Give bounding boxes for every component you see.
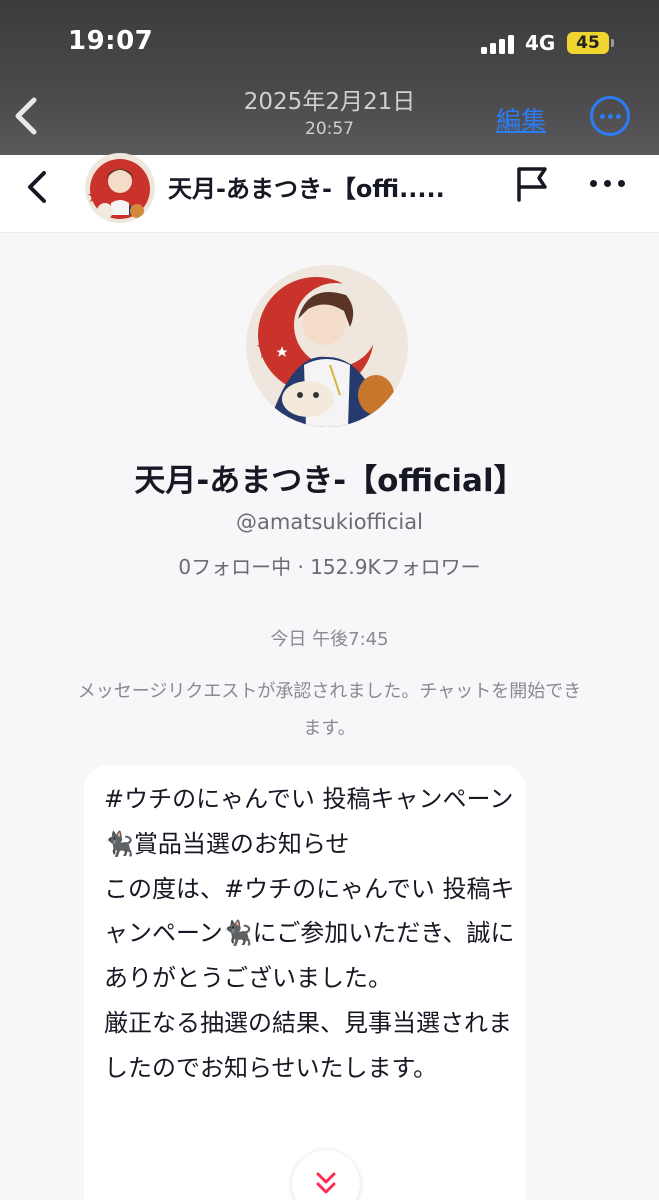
photo-viewer-bar: 19:07 4G 45 2025年2月21日 20:57 編集: [0, 0, 659, 155]
avatar[interactable]: [85, 153, 155, 223]
profile-stats: 0フォロー中 · 152.9Kフォロワー: [178, 555, 481, 579]
photo-time: 20:57: [305, 119, 354, 139]
double-chevron-down-icon: [316, 1172, 336, 1194]
flag-icon[interactable]: [515, 165, 551, 203]
chat-header: 天月-あまつき-【offi.....: [0, 153, 659, 233]
more-icon[interactable]: [588, 180, 628, 188]
photo-date: 2025年2月21日: [243, 89, 416, 115]
system-message: メッセージリクエストが承認されました。チャットを開始できます。: [77, 681, 582, 739]
more-circle-icon[interactable]: [590, 96, 630, 136]
chevron-left-icon[interactable]: [22, 167, 52, 207]
status-time: 19:07: [68, 26, 154, 56]
chat-title: 天月-あまつき-【offi.....: [168, 175, 445, 203]
network-label: 4G: [525, 31, 556, 55]
edit-button[interactable]: 編集: [496, 101, 546, 137]
profile-avatar[interactable]: [246, 265, 408, 427]
message-text: #ウチのにゃんでい 投稿キャンペーン🐈‍⬛賞品当選のお知らせ この度は、#ウチの…: [104, 785, 515, 1082]
battery-icon: 45: [567, 32, 609, 54]
profile-name: 天月-あまつき-【official】: [134, 463, 525, 499]
message-timestamp: 今日 午後7:45: [270, 629, 389, 650]
battery-tip: [611, 39, 614, 47]
signal-icon: [481, 34, 517, 54]
profile-handle: @amatsukiofficial: [236, 510, 423, 534]
